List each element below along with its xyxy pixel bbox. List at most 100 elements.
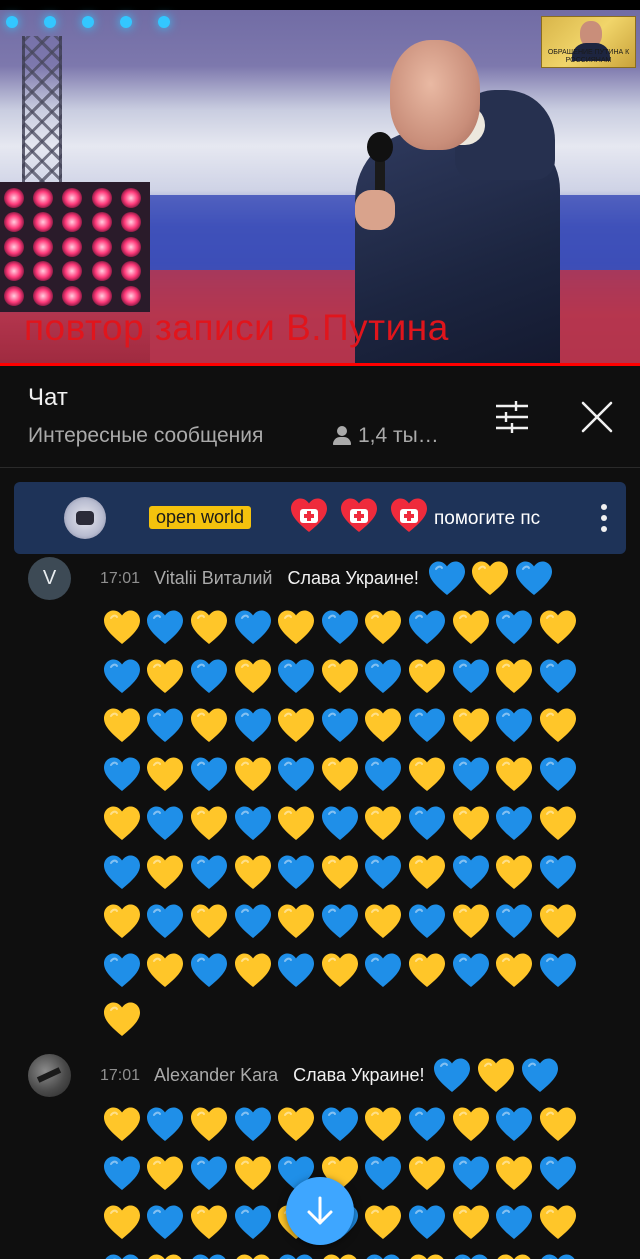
app-root: ОБРАЩЕНИЕ ПУТИНА К РОССИЯНАМ повтор запи… [0,0,640,1259]
scroll-to-bottom-button[interactable] [286,1177,354,1245]
blue-heart-icon [536,750,580,799]
chat-message-list[interactable]: V 17:01 Vitalii Виталий Слава Украине! 17:01… [0,554,640,1259]
blue-heart-icon [187,1247,231,1259]
yellow-heart-icon [231,1247,275,1259]
message-text: Слава Украине! [287,568,419,588]
blue-heart-icon [536,1149,580,1198]
yellow-heart-icon [468,554,512,603]
message-author[interactable]: Vitalii Виталий [154,568,272,589]
blue-heart-icon [362,1247,406,1259]
heart-emoji-row [100,1100,580,1149]
blue-heart-icon [536,848,580,897]
blue-heart-icon [318,603,362,652]
blue-heart-icon [100,750,144,799]
yellow-heart-icon [449,799,493,848]
blue-heart-icon [144,603,188,652]
yellow-heart-icon [318,1247,362,1259]
viewer-count: 1,4 ты… [332,424,439,448]
blue-heart-icon [231,603,275,652]
yellow-heart-icon [274,1100,318,1149]
yellow-heart-icon [187,603,231,652]
blue-heart-icon [405,1198,449,1247]
blue-heart-icon [405,701,449,750]
message-author[interactable]: Alexander Kara [154,1065,278,1086]
stage-truss [22,36,62,186]
heart-emoji-row [100,750,580,799]
more-vert-icon[interactable] [592,500,616,536]
yellow-heart-icon [405,848,449,897]
chat-header: Чат Интересные сообщения 1,4 ты… [0,366,640,468]
yellow-heart-icon [449,897,493,946]
yellow-heart-icon [318,750,362,799]
blue-heart-icon [449,848,493,897]
yellow-heart-icon [405,1247,449,1259]
heart-emoji-row [100,1247,580,1259]
yellow-heart-icon [492,1149,536,1198]
yellow-heart-icon [318,848,362,897]
blue-heart-icon [405,603,449,652]
yellow-heart-icon [100,799,144,848]
blue-heart-icon [274,1247,318,1259]
yellow-heart-icon [362,1100,406,1149]
yellow-heart-icon [187,1100,231,1149]
yellow-heart-icon [362,1198,406,1247]
yellow-heart-icon [405,1149,449,1198]
heart-emoji-row [100,603,580,652]
blue-heart-icon [100,1149,144,1198]
yellow-heart-icon [449,1198,493,1247]
red-heart-cross-icon [389,497,429,535]
yellow-heart-icon [100,603,144,652]
yellow-heart-icon [144,750,188,799]
blue-heart-icon [362,1149,406,1198]
yellow-heart-icon [362,603,406,652]
blue-heart-icon [187,848,231,897]
blue-heart-icon [405,799,449,848]
thumbnail-text: ОБРАЩЕНИЕ ПУТИНА К РОССИЯНАМ [547,49,630,64]
yellow-heart-icon [405,652,449,701]
yellow-heart-icon [231,946,275,995]
red-heart-cross-icon [339,497,379,535]
chat-mode-label[interactable]: Интересные сообщения [28,424,263,448]
viewer-count-text: 1,4 ты… [358,424,439,447]
chat-filter-button[interactable] [488,393,536,441]
blue-heart-icon [362,848,406,897]
yellow-heart-icon [231,1149,275,1198]
blue-heart-icon [518,1051,562,1100]
blue-heart-icon [492,701,536,750]
blue-heart-icon [492,799,536,848]
yellow-heart-icon [318,946,362,995]
yellow-heart-icon [144,946,188,995]
pinned-message-banner[interactable]: open world помогите пс [14,482,626,554]
pinned-message-text: помогите пс [434,508,541,529]
yellow-heart-icon [449,1100,493,1149]
author-avatar[interactable]: V [28,557,71,600]
video-player[interactable]: ОБРАЩЕНИЕ ПУТИНА К РОССИЯНАМ повтор запи… [0,0,640,366]
blue-heart-icon [362,946,406,995]
stage-lights [6,16,170,28]
blue-heart-icon [536,946,580,995]
blue-heart-icon [274,946,318,995]
blue-heart-icon [231,897,275,946]
yellow-heart-icon [144,1247,188,1259]
blue-heart-icon [318,897,362,946]
blue-heart-icon [449,750,493,799]
blue-heart-icon [144,799,188,848]
yellow-heart-icon [231,750,275,799]
blue-heart-icon [231,1100,275,1149]
yellow-heart-icon [144,1149,188,1198]
heart-emoji-row [100,701,580,750]
message-text: Слава Украине! [293,1065,425,1085]
close-chat-button[interactable] [573,393,621,441]
yellow-heart-icon [536,1198,580,1247]
heart-emoji-row [431,1051,562,1100]
blue-heart-icon [318,1100,362,1149]
yellow-heart-icon [100,995,144,1044]
author-avatar[interactable] [28,1054,71,1097]
stage-lamp-panel [0,182,150,312]
yellow-heart-icon [187,897,231,946]
message-timestamp: 17:01 [100,1066,141,1084]
yellow-heart-icon [100,1198,144,1247]
gamepad-avatar [64,497,106,539]
blue-heart-icon [449,652,493,701]
yellow-heart-icon [100,701,144,750]
